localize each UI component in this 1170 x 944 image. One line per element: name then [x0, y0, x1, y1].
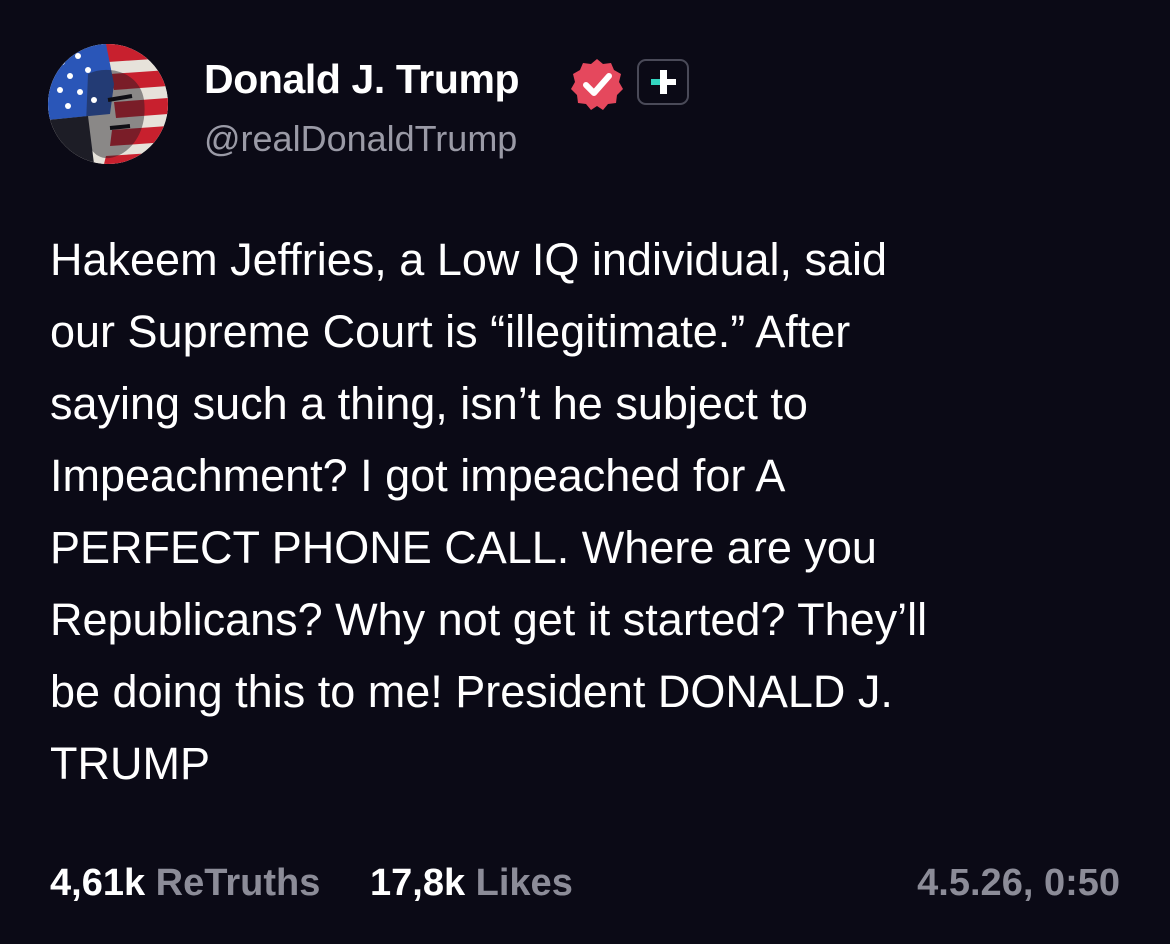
likes-stat[interactable]: 17,8k Likes [370, 862, 573, 905]
author-handle[interactable]: @realDonaldTrump [204, 118, 517, 160]
verified-badge-icon [570, 57, 624, 111]
likes-label: Likes [475, 862, 573, 904]
post-timestamp: 4.5.26, 0:50 [917, 862, 1120, 904]
post-text-line: TRUMP [50, 738, 210, 789]
post-text-line: Republicans? Why not get it started? The… [50, 594, 928, 645]
avatar[interactable] [48, 44, 168, 164]
post-text-line: be doing this to me! President DONALD J. [50, 666, 893, 717]
post-text-line: our Supreme Court is “illegitimate.” Aft… [50, 306, 851, 357]
retruths-stat[interactable]: 4,61k ReTruths [50, 862, 320, 905]
author-name[interactable]: Donald J. Trump [204, 56, 520, 103]
retruths-label: ReTruths [155, 862, 321, 904]
post-card: Donald J. Trump @realDonaldTrump Hakeem … [0, 0, 1170, 944]
post-footer: 4,61k ReTruths 17,8k Likes 4.5.26, 0:50 [50, 862, 1120, 912]
likes-count: 17,8k [370, 862, 466, 904]
plus-subscribe-icon[interactable] [637, 59, 689, 105]
avatar-image [48, 44, 168, 164]
post-text-line: PERFECT PHONE CALL. Where are you [50, 522, 877, 573]
retruths-count: 4,61k [50, 862, 146, 904]
post-text-line: Impeachment? I got impeached for A [50, 450, 786, 501]
post-text-line: saying such a thing, isn’t he subject to [50, 378, 808, 429]
post-text-line: Hakeem Jeffries, a Low IQ individual, sa… [50, 234, 888, 285]
post-body: Hakeem Jeffries, a Low IQ individual, sa… [50, 224, 1125, 800]
